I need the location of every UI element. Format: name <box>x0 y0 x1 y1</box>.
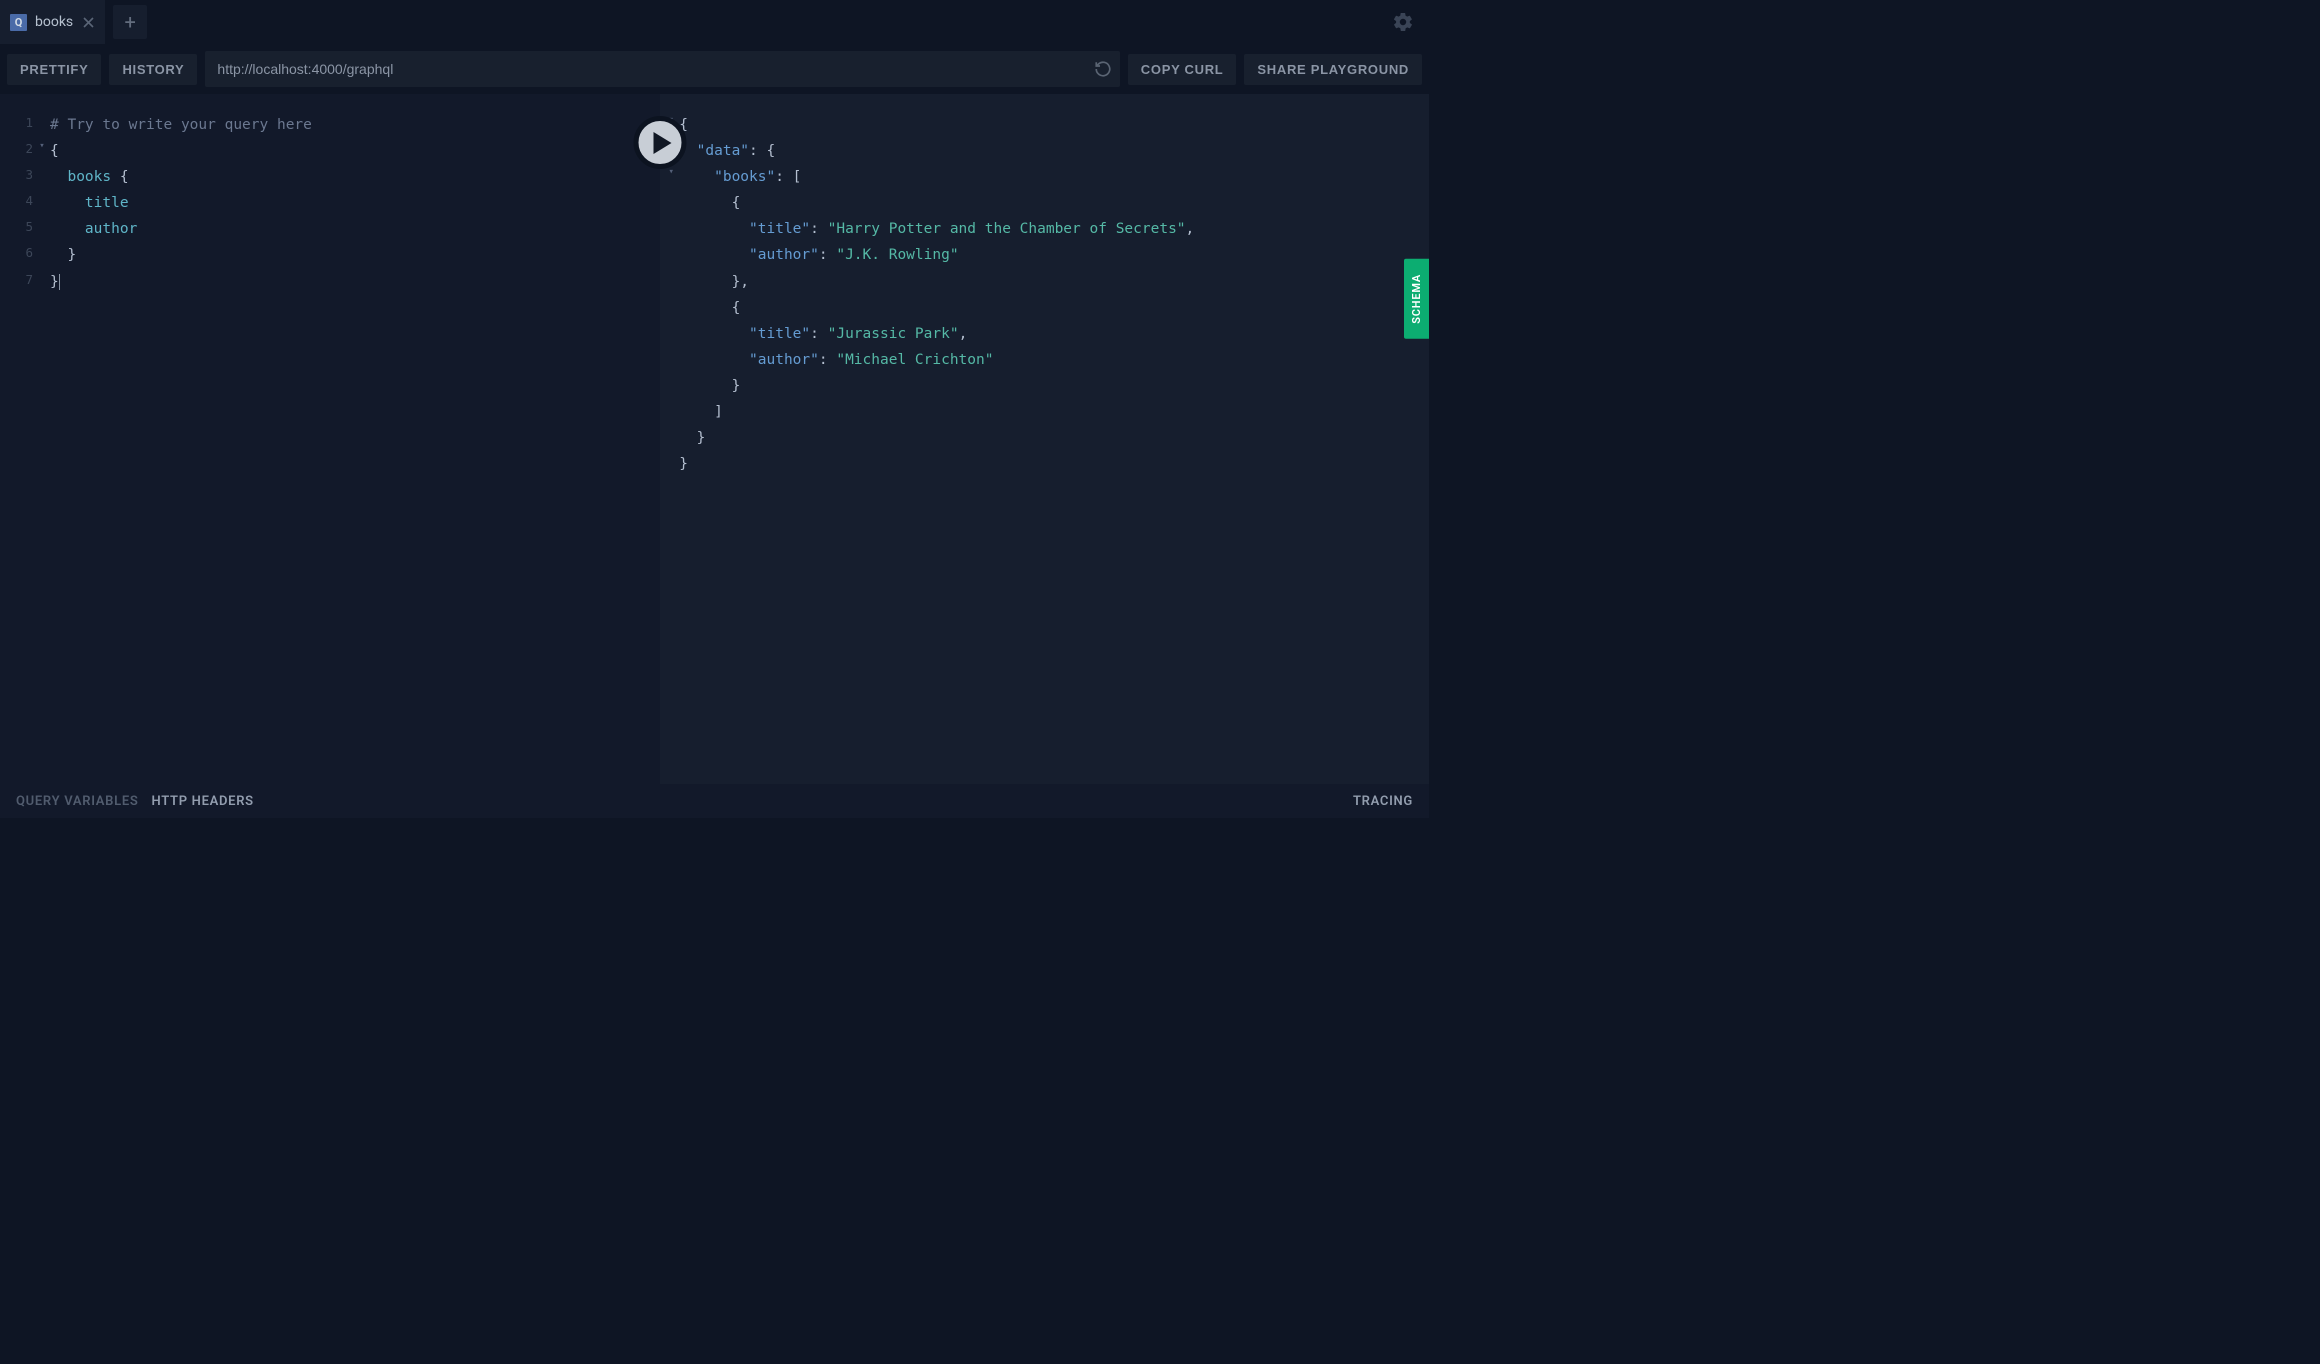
prettify-button[interactable]: PRETTIFY <box>7 54 101 85</box>
query-variables-tab[interactable]: QUERY VARIABLES <box>16 794 139 809</box>
query-type-icon: Q <box>10 14 27 31</box>
history-button[interactable]: HISTORY <box>109 54 197 85</box>
gear-icon[interactable] <box>1392 11 1414 33</box>
tab-label: books <box>35 14 73 30</box>
schema-tab[interactable]: SCHEMA <box>1404 259 1429 339</box>
execute-button[interactable] <box>634 116 687 169</box>
query-editor[interactable]: 1# Try to write your query here2▾{3 book… <box>0 94 660 784</box>
copy-curl-button[interactable]: COPY CURL <box>1128 54 1237 85</box>
result-viewer: ▾{▾ "data": {▾ "books": [ { "title": "Ha… <box>660 94 1429 784</box>
refresh-icon[interactable] <box>1094 60 1112 78</box>
add-tab-button[interactable]: + <box>113 5 147 39</box>
url-bar <box>205 51 1119 87</box>
endpoint-input[interactable] <box>217 61 1093 77</box>
tab-books[interactable]: Q books <box>0 0 105 44</box>
close-tab-icon[interactable] <box>81 15 95 29</box>
share-playground-button[interactable]: SHARE PLAYGROUND <box>1244 54 1422 85</box>
tracing-tab[interactable]: TRACING <box>1353 794 1413 809</box>
http-headers-tab[interactable]: HTTP HEADERS <box>152 794 254 809</box>
